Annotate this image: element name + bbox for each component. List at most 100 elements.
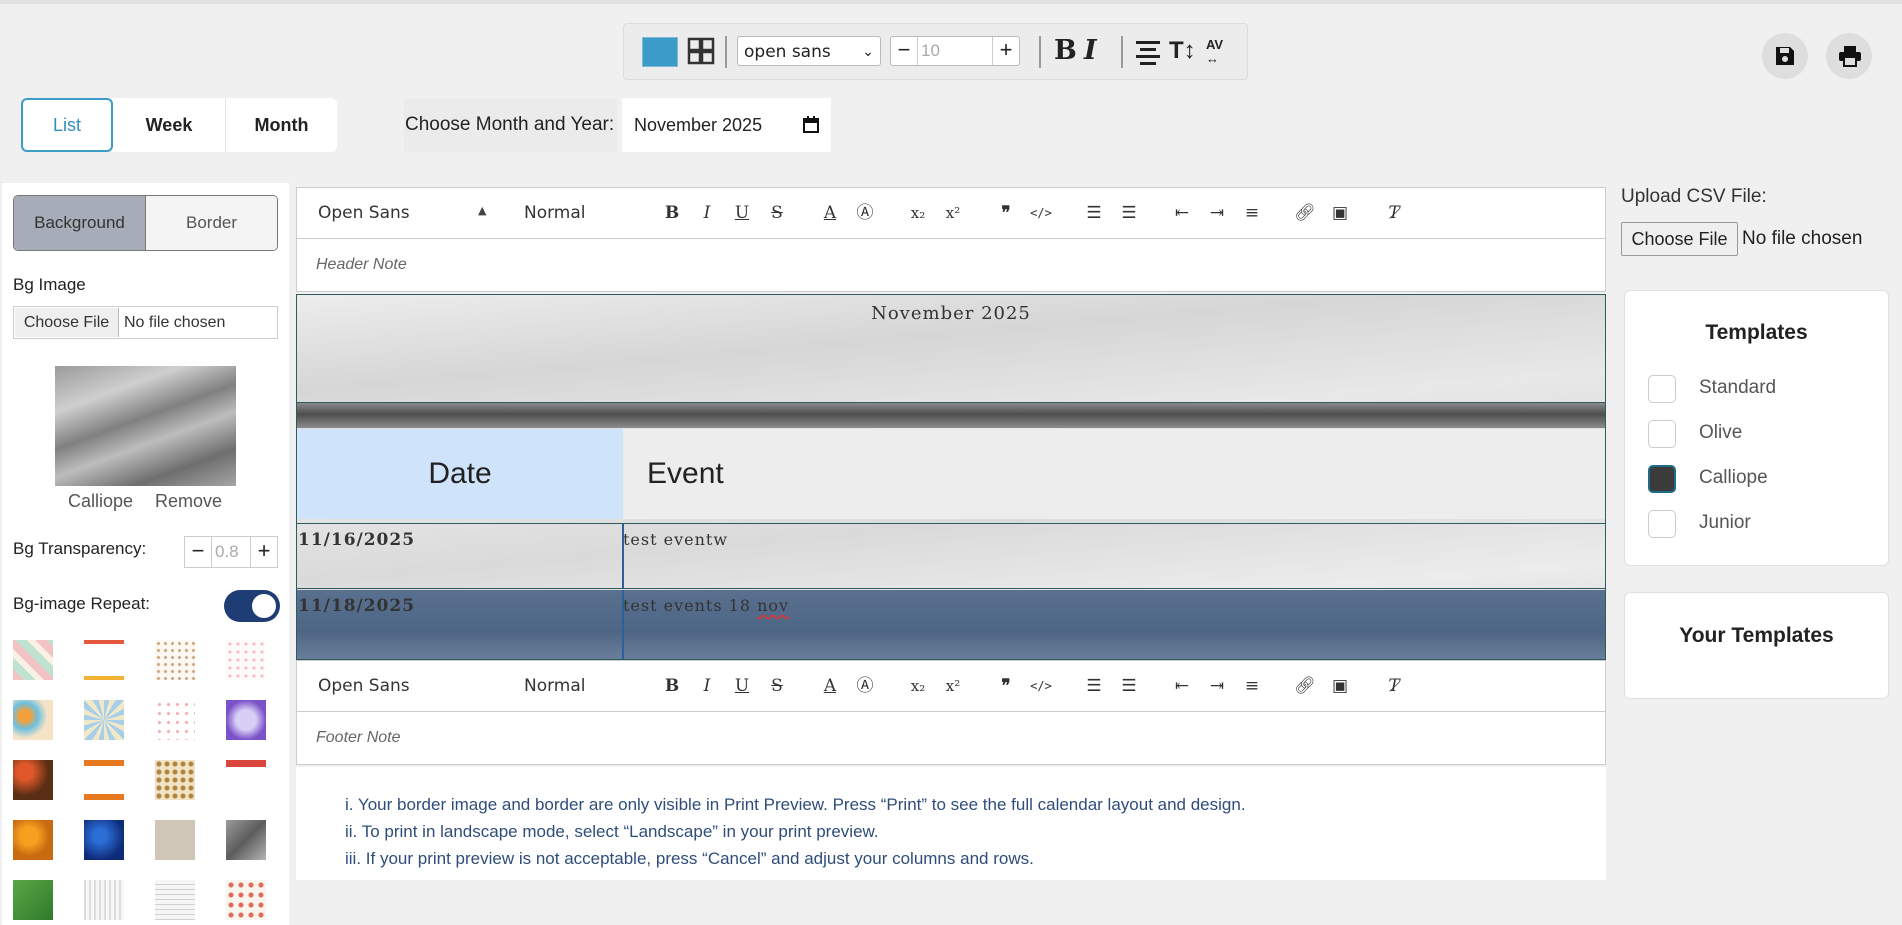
header-note[interactable]: Header Note — [296, 239, 1606, 292]
row-event: test events 18 nov — [623, 596, 789, 615]
link-icon[interactable]: 🔗︎ — [1294, 202, 1316, 224]
footer-note[interactable]: Footer Note — [296, 712, 1606, 765]
font-color-icon[interactable]: A — [819, 675, 841, 697]
subscript-icon[interactable]: x₂ — [907, 202, 929, 224]
bold-icon[interactable]: B — [661, 202, 683, 224]
bg-tile[interactable] — [13, 820, 53, 860]
save-button[interactable] — [1762, 33, 1808, 79]
indent-icon[interactable]: ⇥ — [1206, 202, 1228, 224]
increase-size-button[interactable]: + — [992, 37, 1019, 65]
bullet-list-icon[interactable]: ☰ — [1118, 675, 1140, 697]
bg-tile[interactable] — [226, 820, 266, 860]
align-icon[interactable]: ≡ — [1241, 675, 1263, 697]
image-icon[interactable]: ▣ — [1329, 202, 1351, 224]
footer-font-select[interactable]: Open Sans — [318, 661, 488, 711]
tab-border[interactable]: Border — [146, 196, 277, 250]
blockquote-icon[interactable]: ❞ — [995, 675, 1017, 697]
indent-icon[interactable]: ⇥ — [1206, 675, 1228, 697]
bg-tile[interactable] — [155, 700, 195, 740]
align-icon[interactable]: ≡ — [1241, 202, 1263, 224]
transparency-stepper[interactable]: − 0.8 + — [184, 536, 278, 568]
bg-tile[interactable] — [226, 760, 266, 800]
repeat-toggle[interactable] — [224, 590, 280, 622]
clear-format-icon[interactable]: T̷ — [1383, 675, 1405, 697]
header-size-select[interactable]: Normal — [524, 188, 634, 238]
toggle-knob — [252, 594, 276, 618]
strike-icon[interactable]: S — [766, 202, 788, 224]
bg-tile[interactable] — [13, 640, 53, 680]
font-color-icon[interactable]: A — [819, 202, 841, 224]
align-center-icon[interactable] — [1134, 38, 1162, 66]
table-row[interactable]: 11/16/2025 test eventw — [297, 523, 1605, 589]
italic-icon[interactable]: I — [696, 202, 718, 224]
text-size-icon[interactable]: T↕ — [1169, 36, 1196, 66]
bg-tile[interactable] — [84, 820, 124, 860]
outdent-icon[interactable]: ⇤ — [1171, 675, 1193, 697]
font-select[interactable]: open sans ⌄ — [737, 36, 881, 66]
bullet-list-icon[interactable]: ☰ — [1118, 202, 1140, 224]
bg-image-file-input[interactable]: Choose File No file chosen — [13, 306, 278, 339]
bold-icon[interactable]: B — [661, 675, 683, 697]
decrease-size-button[interactable]: − — [891, 37, 918, 65]
tab-month[interactable]: Month — [226, 98, 337, 152]
italic-icon[interactable]: I — [696, 675, 718, 697]
grid-icon[interactable] — [686, 36, 716, 66]
template-checkbox-olive[interactable] — [1648, 420, 1676, 448]
bg-tile[interactable] — [84, 760, 124, 800]
calendar-icon[interactable] — [803, 116, 819, 133]
blockquote-icon[interactable]: ❞ — [995, 202, 1017, 224]
footer-size-select[interactable]: Normal — [524, 661, 634, 711]
image-icon[interactable]: ▣ — [1329, 675, 1351, 697]
bg-tile[interactable] — [226, 700, 266, 740]
increase-transparency-button[interactable]: + — [250, 537, 277, 567]
template-checkbox-junior[interactable] — [1648, 510, 1676, 538]
tab-week[interactable]: Week — [113, 98, 225, 152]
template-checkbox-calliope[interactable] — [1648, 465, 1676, 493]
bg-tile[interactable] — [13, 760, 53, 800]
bg-tile[interactable] — [13, 880, 53, 920]
bg-tile[interactable] — [155, 640, 195, 680]
background-color-icon[interactable]: Ⓐ — [854, 202, 876, 224]
code-icon[interactable]: </> — [1030, 675, 1052, 697]
column-divider — [622, 524, 624, 588]
background-color-icon[interactable]: Ⓐ — [854, 675, 876, 697]
decrease-transparency-button[interactable]: − — [185, 537, 212, 567]
color-swatch-icon[interactable] — [642, 37, 678, 67]
bg-tile[interactable] — [226, 880, 266, 920]
choose-file-button[interactable]: Choose File — [15, 308, 119, 337]
clear-format-icon[interactable]: T̷ — [1383, 202, 1405, 224]
ordered-list-icon[interactable]: ☰ — [1083, 675, 1105, 697]
bg-tile[interactable] — [84, 640, 124, 680]
bg-tile[interactable] — [155, 820, 195, 860]
tab-list[interactable]: List — [21, 98, 113, 152]
print-button[interactable] — [1826, 33, 1872, 79]
code-icon[interactable]: </> — [1030, 202, 1052, 224]
ordered-list-icon[interactable]: ☰ — [1083, 202, 1105, 224]
header-font-select[interactable]: Open Sans ▲ — [318, 188, 488, 238]
italic-icon[interactable]: I — [1084, 36, 1097, 66]
template-checkbox-standard[interactable] — [1648, 375, 1676, 403]
superscript-icon[interactable]: x² — [942, 202, 964, 224]
month-input[interactable]: November 2025 — [622, 98, 831, 152]
strike-icon[interactable]: S — [766, 675, 788, 697]
remove-image-link[interactable]: Remove — [155, 491, 222, 512]
choose-file-button[interactable]: Choose File — [1621, 222, 1738, 256]
underline-icon[interactable]: U — [731, 675, 753, 697]
bg-tile[interactable] — [155, 880, 195, 920]
bg-tile[interactable] — [13, 700, 53, 740]
bg-tile[interactable] — [84, 700, 124, 740]
tab-background[interactable]: Background — [14, 196, 146, 250]
font-size-stepper[interactable]: − 10 + — [890, 36, 1020, 66]
bg-tile[interactable] — [226, 640, 266, 680]
underline-icon[interactable]: U — [731, 202, 753, 224]
bold-icon[interactable]: B — [1054, 36, 1077, 66]
bg-tile[interactable] — [84, 880, 124, 920]
bg-tile[interactable] — [155, 760, 195, 800]
outdent-icon[interactable]: ⇤ — [1171, 202, 1193, 224]
link-icon[interactable]: 🔗︎ — [1294, 675, 1316, 697]
letter-spacing-icon[interactable]: AV ↔ — [1206, 38, 1223, 68]
subscript-icon[interactable]: x₂ — [907, 675, 929, 697]
superscript-icon[interactable]: x² — [942, 675, 964, 697]
footer-size-value: Normal — [524, 676, 586, 696]
table-row[interactable]: 11/18/2025 test events 18 nov — [297, 590, 1605, 659]
